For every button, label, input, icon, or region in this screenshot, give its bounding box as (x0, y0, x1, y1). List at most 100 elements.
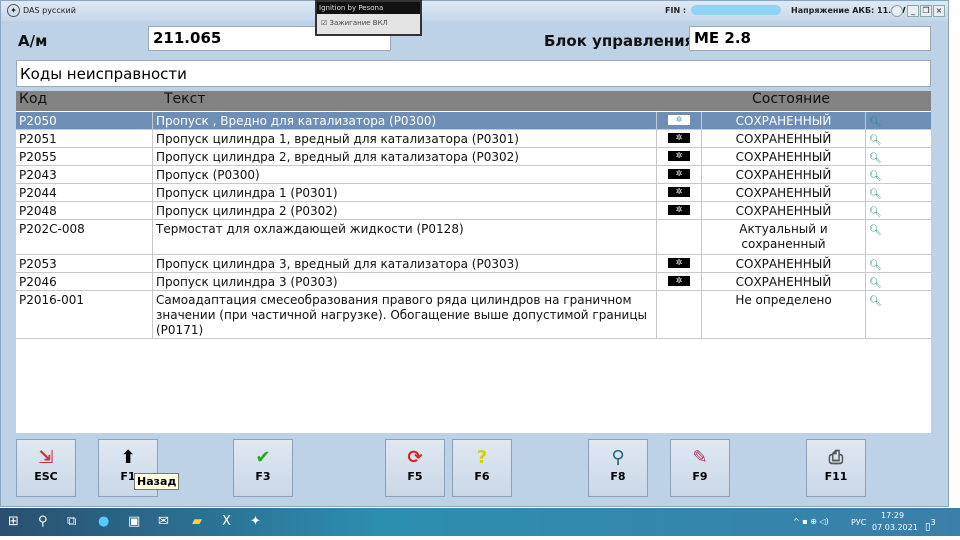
ecu-field: ME 2.8 (689, 26, 931, 51)
button-key-label: F8 (610, 470, 626, 483)
fault-codes-table: Код Текст Состояние P2050 Пропуск , Вред… (16, 91, 931, 433)
table-row[interactable]: P2016-001 Самоадаптация смесеобразования… (16, 291, 931, 339)
table-row[interactable]: P2055 Пропуск цилиндра 2, вредный для ка… (16, 148, 931, 166)
details-magnifier-icon[interactable]: 🔍︎ (869, 278, 882, 289)
stored-fault-icon: ✲ (668, 258, 690, 268)
details-magnifier-icon[interactable]: 🔍︎ (869, 153, 882, 164)
table-row[interactable]: P2050 Пропуск , Вредно для катализатора … (16, 112, 931, 130)
header-code: Код (19, 91, 48, 107)
function-button-f6[interactable]: ? F6 (452, 439, 512, 497)
function-button-f9[interactable]: ✎ F9 (670, 439, 730, 497)
clock-date[interactable]: 07.03.2021 (872, 523, 918, 532)
details-magnifier-icon[interactable]: 🔍︎ (869, 207, 882, 218)
exit-door-icon: ⇲ (38, 447, 54, 468)
stored-fault-icon: ✲ (668, 169, 690, 179)
fault-status: СОХРАНЕННЫЙ (702, 202, 866, 219)
fault-status: СОХРАНЕННЫЙ (702, 166, 866, 183)
details-magnifier-icon[interactable]: 🔍︎ (869, 260, 882, 271)
table-row[interactable]: P2046 Пропуск цилиндра 3 (P0303) ✲ СОХРА… (16, 273, 931, 291)
button-key-label: F11 (824, 470, 848, 483)
checkmark-icon: ✔ (255, 447, 271, 468)
fault-status: СОХРАНЕННЫЙ (702, 184, 866, 201)
edge-icon[interactable]: ● (98, 514, 109, 529)
function-button-f5[interactable]: ⟳ F5 (385, 439, 445, 497)
das-app-icon[interactable]: ✦ (250, 514, 261, 529)
fault-status: СОХРАНЕННЫЙ (702, 112, 866, 129)
header-status: Состояние (752, 91, 831, 107)
ignition-popup: Ignition by Pesona ☑ Зажигание ВКЛ (315, 0, 422, 36)
details-magnifier-icon[interactable]: 🔍︎ (869, 117, 882, 128)
restore-button[interactable]: ❐ (920, 5, 932, 17)
button-key-label: ESC (34, 470, 58, 483)
details-magnifier-icon[interactable]: 🔍︎ (869, 189, 882, 200)
table-row[interactable]: P2043 Пропуск (P0300) ✲ СОХРАНЕННЫЙ 🔍︎ (16, 166, 931, 184)
windows-start-icon[interactable]: ⊞ (8, 514, 19, 529)
stored-fault-icon: ✲ (668, 133, 690, 143)
table-row[interactable]: P202C-008 Термостат для охлаждающей жидк… (16, 220, 931, 255)
fault-code: P2043 (16, 166, 153, 183)
fault-code: P2016-001 (16, 291, 153, 338)
help-icon: ? (476, 447, 488, 468)
taskbar: ⊞ ⚲ ⧉ ● ▣ ✉ ▰ X ✦ ^ ▪ ⊕ ◁) РУС 17:29 07.… (0, 508, 960, 536)
details-magnifier-icon[interactable]: 🔍︎ (869, 225, 882, 236)
ecu-label: Блок управления (544, 32, 695, 50)
fault-text: Самоадаптация смесеобразования правого р… (153, 291, 657, 338)
fault-text: Термостат для охлаждающей жидкости (P012… (153, 220, 657, 254)
notifications-icon[interactable]: ▯3 (925, 517, 936, 532)
table-row[interactable]: P2053 Пропуск цилиндра 3, вредный для ка… (16, 255, 931, 273)
stored-fault-icon: ✲ (668, 187, 690, 197)
fault-text: Пропуск цилиндра 1 (P0301) (153, 184, 657, 201)
fault-code: P2046 (16, 273, 153, 290)
fault-text: Пропуск цилиндра 3 (P0303) (153, 273, 657, 290)
window-title: DAS русский (23, 6, 76, 15)
fault-text: Пропуск цилиндра 2, вредный для катализа… (153, 148, 657, 165)
fin-value-redacted (691, 5, 781, 15)
magnifier-icon: ⚲ (611, 447, 625, 468)
xentry-icon[interactable]: X (222, 514, 231, 529)
popup-title: Ignition by Pesona (317, 2, 420, 14)
language-indicator[interactable]: РУС (851, 518, 866, 527)
clock-time[interactable]: 17:29 (881, 511, 904, 520)
mercedes-logo-icon: ✦ (7, 4, 20, 17)
printer-icon: ⎙ (828, 447, 844, 468)
mail-icon[interactable]: ✉ (158, 514, 169, 529)
tooltip: Назад (134, 473, 180, 490)
tray-icons[interactable]: ^ ▪ ⊕ ◁) (793, 517, 829, 526)
function-button-esc[interactable]: ⇲ ESC (16, 439, 76, 497)
fault-code: P2051 (16, 130, 153, 147)
table-row[interactable]: P2048 Пропуск цилиндра 2 (P0302) ✲ СОХРА… (16, 202, 931, 220)
function-button-f11[interactable]: ⎙ F11 (806, 439, 866, 497)
ignition-checkbox[interactable]: ☑ (321, 19, 327, 27)
task-view-icon[interactable]: ⧉ (67, 514, 76, 529)
stored-fault-icon: ✲ (668, 151, 690, 161)
store-icon[interactable]: ▣ (128, 514, 140, 529)
details-magnifier-icon[interactable]: 🔍︎ (869, 296, 882, 307)
function-button-f8[interactable]: ⚲ F8 (588, 439, 648, 497)
details-magnifier-icon[interactable]: 🔍︎ (869, 135, 882, 146)
status-led-icon (891, 5, 903, 17)
function-button-f3[interactable]: ✔ F3 (233, 439, 293, 497)
search-icon[interactable]: ⚲ (38, 514, 48, 529)
fault-status: СОХРАНЕННЫЙ (702, 255, 866, 272)
notepad-icon: ✎ (692, 447, 708, 468)
details-magnifier-icon[interactable]: 🔍︎ (869, 171, 882, 182)
table-row[interactable]: P2044 Пропуск цилиндра 1 (P0301) ✲ СОХРА… (16, 184, 931, 202)
fault-status: Актуальный и сохраненный (702, 220, 866, 254)
file-explorer-icon[interactable]: ▰ (192, 514, 202, 529)
header-text: Текст (164, 91, 206, 107)
minimize-button[interactable]: _ (907, 5, 919, 17)
vehicle-label: А/м (18, 32, 48, 50)
stored-fault-icon: ✲ (668, 115, 690, 125)
button-key-label: F5 (407, 470, 423, 483)
battery-voltage: Напряжение АКБ: 11.5 V (791, 6, 906, 15)
fault-code: P2055 (16, 148, 153, 165)
table-row[interactable]: P2051 Пропуск цилиндра 1, вредный для ка… (16, 130, 931, 148)
section-title: Коды неисправности (16, 60, 931, 87)
fault-code: P202C-008 (16, 220, 153, 254)
fault-status: Не определено (702, 291, 866, 338)
button-key-label: F6 (474, 470, 490, 483)
fin-label: FIN : (665, 6, 687, 15)
fault-status: СОХРАНЕННЫЙ (702, 130, 866, 147)
fault-text: Пропуск цилиндра 2 (P0302) (153, 202, 657, 219)
close-button[interactable]: × (933, 5, 945, 17)
